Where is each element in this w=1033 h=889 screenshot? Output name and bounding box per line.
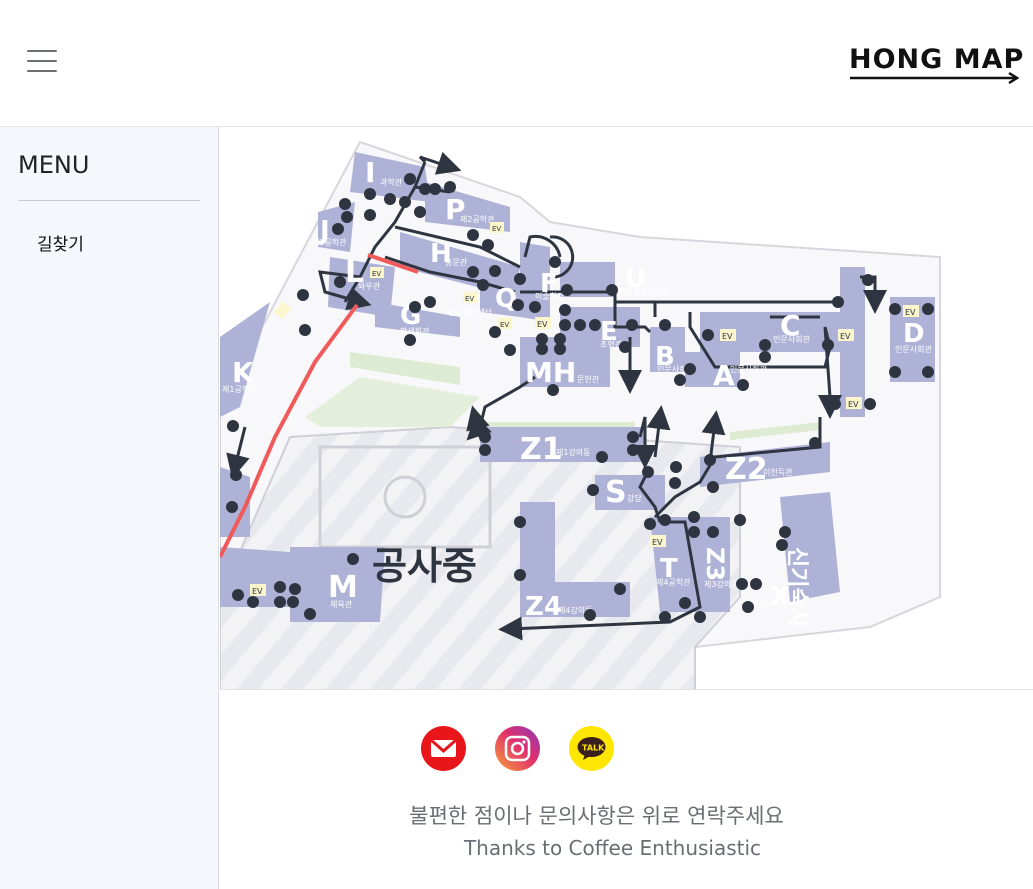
svg-text:EV: EV	[500, 321, 509, 329]
svg-text:체육관: 체육관	[330, 599, 353, 609]
credits-text: Thanks to Coffee Enthusiastic	[463, 836, 762, 860]
svg-text:EV: EV	[252, 587, 263, 596]
campus-map-canvas[interactable]: I J P H L Q F U G E C D K MH B A Z1 Z2 S…	[220, 127, 1033, 690]
svg-text:인문사회관: 인문사회관	[895, 344, 932, 354]
svg-text:EV: EV	[905, 308, 916, 317]
svg-text:정보통신센터: 정보통신센터	[448, 307, 492, 317]
kakaotalk-icon[interactable]: TALK	[569, 726, 614, 771]
mail-icon[interactable]	[421, 726, 466, 771]
svg-text:홍문관: 홍문관	[445, 257, 468, 267]
svg-text:인문사회관: 인문사회관	[730, 364, 767, 374]
contact-message: 불편한 점이나 문의사항은 위로 연락주세요	[409, 804, 784, 828]
svg-text:EV: EV	[492, 225, 501, 233]
sidebar: MENU 길찾기	[0, 127, 219, 889]
campus-map[interactable]: I J P H L Q F U G E C D K MH B A Z1 Z2 S…	[220, 127, 1033, 690]
menu-divider	[18, 200, 200, 201]
menu-title: MENU	[18, 151, 90, 179]
svg-text:EV: EV	[537, 320, 548, 329]
building-label-Z4: Z4	[525, 592, 562, 622]
svg-text:인문사회관: 인문사회관	[773, 334, 810, 344]
svg-text:와우관: 와우관	[358, 281, 381, 291]
building-label-I: I	[365, 156, 375, 189]
building-label-Z3: Z3	[701, 547, 729, 581]
svg-text:이천득관: 이천득관	[763, 467, 793, 477]
sidebar-item-directions[interactable]: 길찾기	[37, 230, 84, 255]
svg-text:문헌관: 문헌관	[577, 374, 600, 384]
svg-text:제2공학관: 제2공학관	[460, 214, 495, 224]
app-header: HONG MAP	[0, 0, 1033, 127]
svg-text:제3강의동: 제3강의동	[704, 579, 739, 589]
svg-text:제1강의동: 제1강의동	[556, 447, 591, 457]
svg-text:미술종합강의동: 미술종합강의동	[618, 287, 670, 297]
hong-map-logo[interactable]: HONG MAP	[849, 44, 1023, 85]
building-label-Z2: Z2	[725, 452, 768, 487]
svg-text:제1공학관: 제1공학관	[222, 384, 257, 394]
svg-text:EV: EV	[840, 332, 851, 341]
svg-text:미술학관: 미술학관	[535, 291, 565, 301]
construction-label: 공사중	[372, 544, 477, 588]
hamburger-menu-icon[interactable]	[27, 50, 57, 76]
svg-text:학생회관: 학생회관	[400, 326, 430, 336]
instagram-icon[interactable]	[495, 726, 540, 771]
svg-text:EV: EV	[372, 270, 381, 278]
logo-arrow-icon	[850, 71, 1019, 85]
svg-text:EV: EV	[465, 295, 474, 303]
building-label-S: S	[605, 475, 627, 510]
svg-text:EV: EV	[722, 332, 733, 341]
svg-text:과학관: 과학관	[380, 177, 403, 187]
building-label-dormitory: 신기숙사	[784, 547, 809, 629]
building-label-MH: MH	[525, 356, 576, 389]
svg-text:제4공학관: 제4공학관	[656, 577, 691, 587]
footer: TALK 불편한 점이나 문의사항은 위로 연락주세요 Thanks to Co…	[220, 690, 1033, 889]
svg-text:EV: EV	[652, 538, 663, 547]
svg-text:EV: EV	[848, 400, 859, 409]
building-label-A: A	[713, 359, 735, 392]
building-label-Q: Q	[495, 284, 517, 314]
svg-text:제3공학관: 제3공학관	[312, 237, 347, 247]
svg-text:강당: 강당	[627, 493, 642, 503]
talk-label: TALK	[582, 744, 605, 753]
